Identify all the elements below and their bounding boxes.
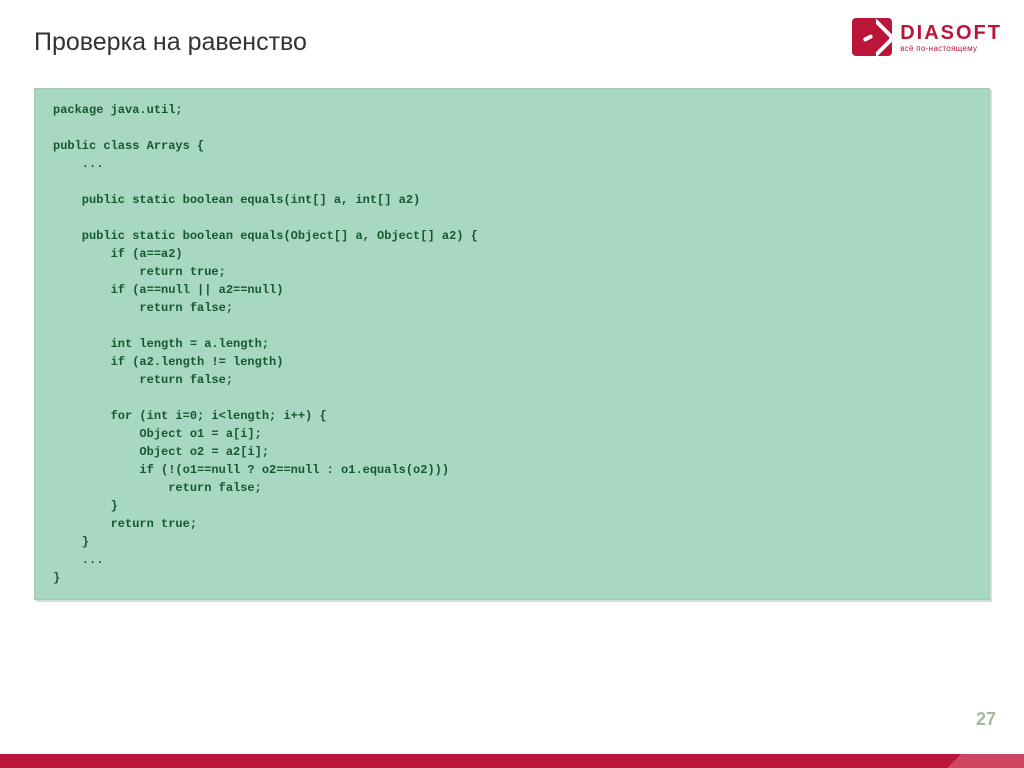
logo-icon (852, 18, 892, 56)
page-number: 27 (976, 709, 996, 730)
footer-accent-bar (0, 754, 1024, 768)
logo-brand-name: DIASOFT (900, 22, 1002, 45)
code-block: package java.util; public class Arrays {… (34, 88, 990, 600)
slide-title: Проверка на равенство (34, 28, 307, 57)
slide: Проверка на равенство DIASOFT всё по-нас… (0, 0, 1024, 768)
code-content: package java.util; public class Arrays {… (53, 101, 973, 587)
brand-logo: DIASOFT всё по-настоящему (852, 18, 1002, 56)
logo-tagline: всё по-настоящему (900, 44, 1002, 53)
logo-text: DIASOFT всё по-настоящему (900, 22, 1002, 53)
